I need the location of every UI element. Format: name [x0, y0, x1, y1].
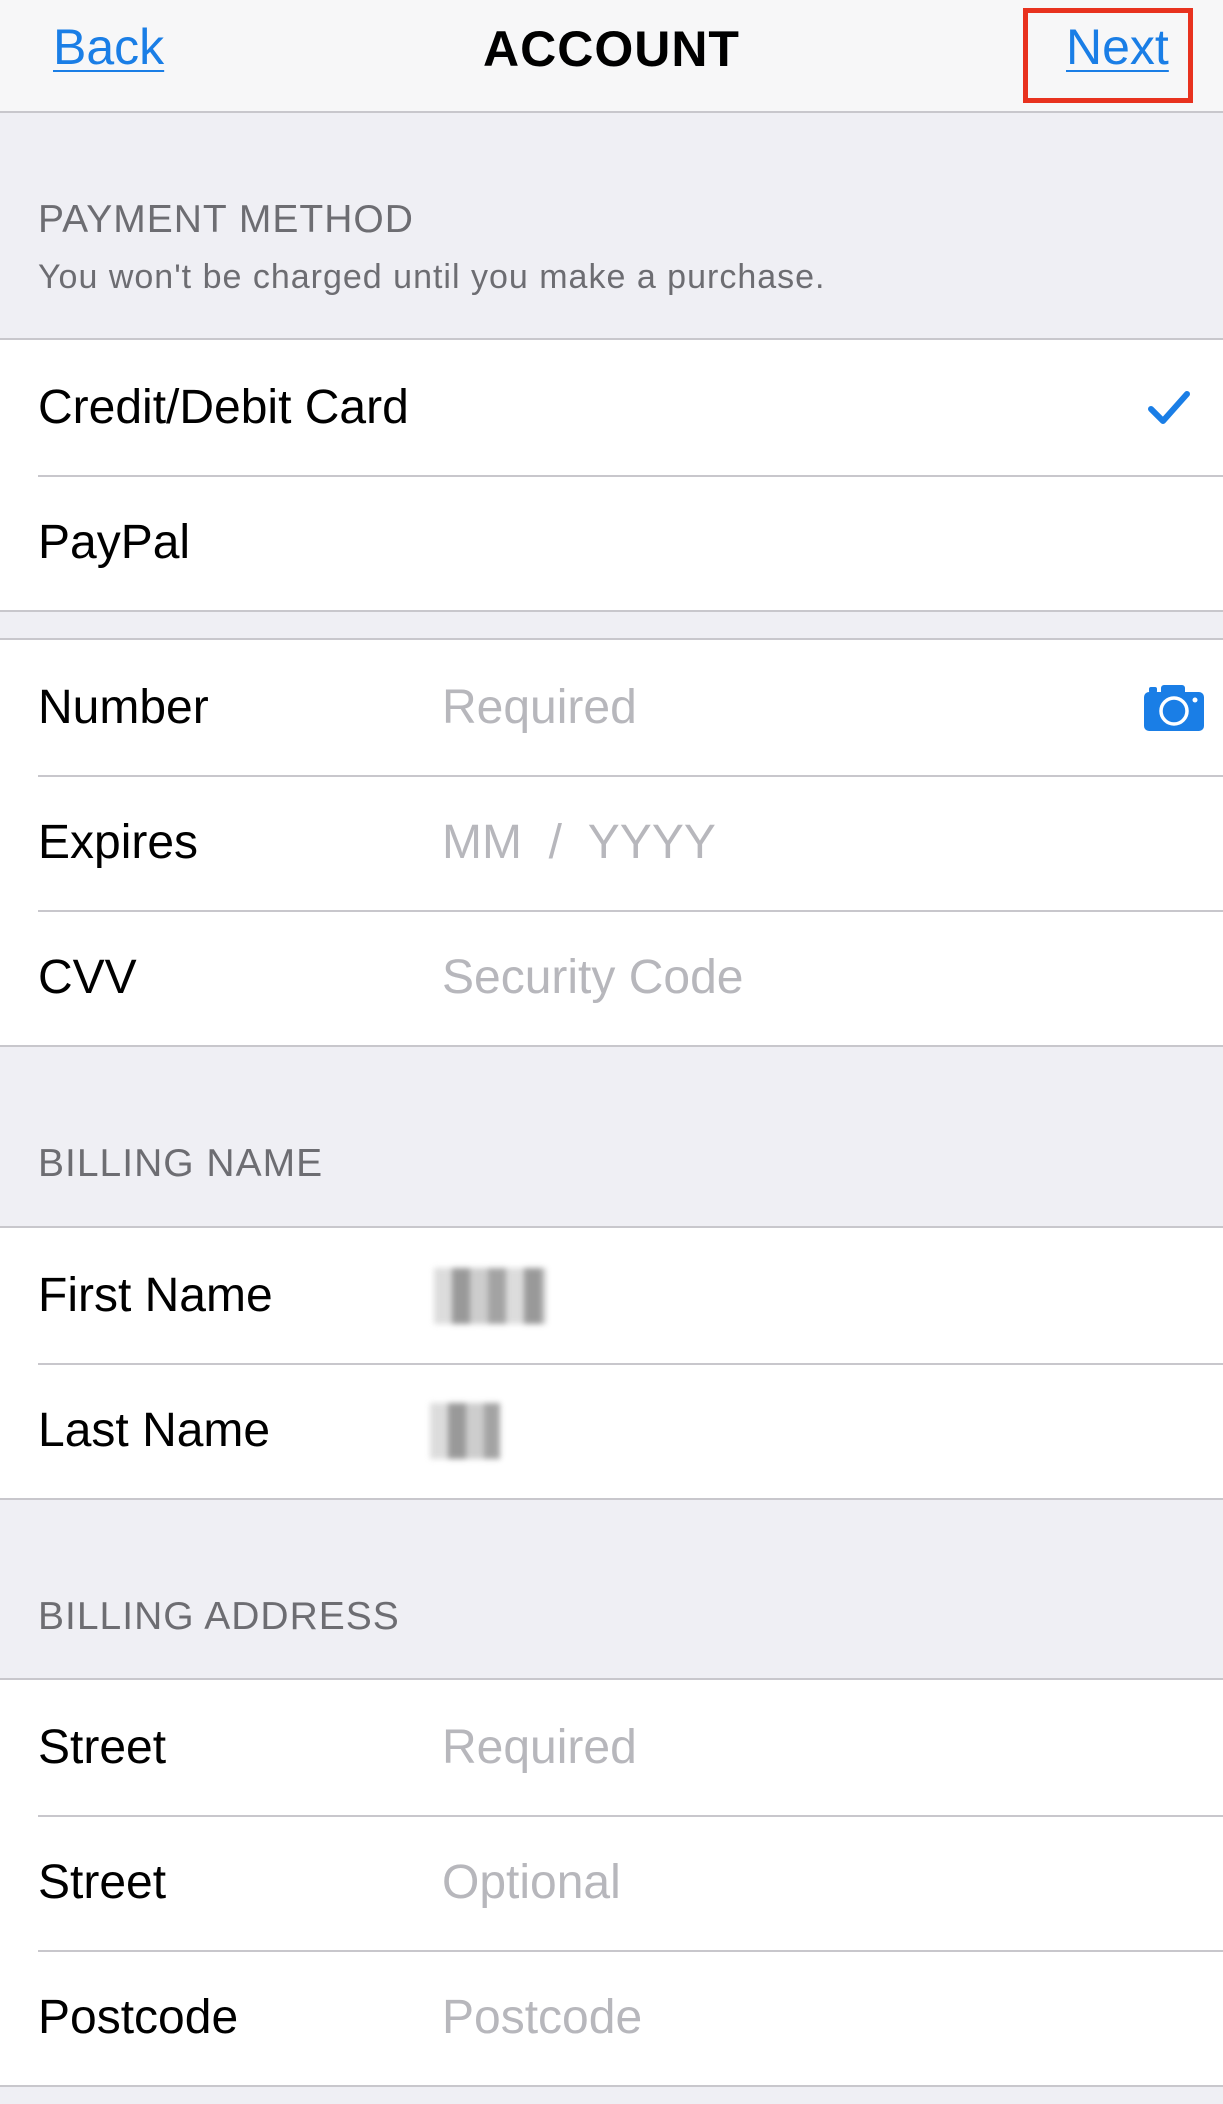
first-name-row[interactable]: First Name: [0, 1228, 1223, 1363]
card-number-row[interactable]: Number Required: [0, 640, 1223, 775]
payment-method-header: PAYMENT METHOD: [38, 198, 414, 241]
camera-icon[interactable]: [1143, 684, 1205, 732]
cvv-label: CVV: [38, 951, 137, 1004]
payment-option-paypal-label: PayPal: [38, 516, 191, 569]
payment-option-card[interactable]: Credit/Debit Card: [0, 340, 1223, 475]
first-name-redacted-value[interactable]: [434, 1268, 546, 1324]
cvv-field[interactable]: Security Code: [442, 910, 743, 1045]
expires-row[interactable]: Expires MM / YYYY: [0, 775, 1223, 910]
navigation-bar: Back ACCOUNT Next: [0, 0, 1223, 113]
postcode-row[interactable]: Postcode Postcode: [0, 1950, 1223, 2087]
last-name-label: Last Name: [38, 1404, 271, 1457]
expires-field[interactable]: MM / YYYY: [442, 775, 716, 910]
next-button[interactable]: Next: [1066, 18, 1169, 76]
payment-method-subheader: You won't be charged until you make a pu…: [38, 258, 826, 296]
payment-option-paypal[interactable]: PayPal: [0, 475, 1223, 610]
street-label-1: Street: [38, 1721, 167, 1774]
first-name-label: First Name: [38, 1269, 273, 1322]
payment-option-card-label: Credit/Debit Card: [38, 381, 409, 434]
last-name-row[interactable]: Last Name: [0, 1363, 1223, 1498]
street-field-1[interactable]: Required: [442, 1680, 637, 1815]
billing-address-group: Street Required Street Optional Postcode…: [0, 1678, 1223, 2087]
postcode-field[interactable]: Postcode: [442, 1950, 642, 2085]
checkmark-icon: [1148, 391, 1190, 424]
card-number-label: Number: [38, 681, 209, 734]
street-row-1[interactable]: Street Required: [0, 1680, 1223, 1815]
street-field-2[interactable]: Optional: [442, 1815, 621, 1950]
billing-name-group: First Name Last Name: [0, 1226, 1223, 1500]
account-page: Back ACCOUNT Next PAYMENT METHOD You won…: [0, 0, 1223, 2104]
billing-address-header: BILLING ADDRESS: [38, 1595, 400, 1638]
postcode-label: Postcode: [38, 1991, 239, 2044]
card-number-field[interactable]: Required: [442, 640, 637, 775]
cvv-row[interactable]: CVV Security Code: [0, 910, 1223, 1045]
card-details-group: Number Required Expires MM / YYYY CVV Se…: [0, 638, 1223, 1047]
payment-options-group: Credit/Debit Card PayPal: [0, 338, 1223, 612]
billing-name-header: BILLING NAME: [38, 1142, 324, 1185]
last-name-redacted-value[interactable]: [430, 1403, 500, 1459]
street-row-2[interactable]: Street Optional: [0, 1815, 1223, 1950]
street-label-2: Street: [38, 1856, 167, 1909]
expires-label: Expires: [38, 816, 199, 869]
